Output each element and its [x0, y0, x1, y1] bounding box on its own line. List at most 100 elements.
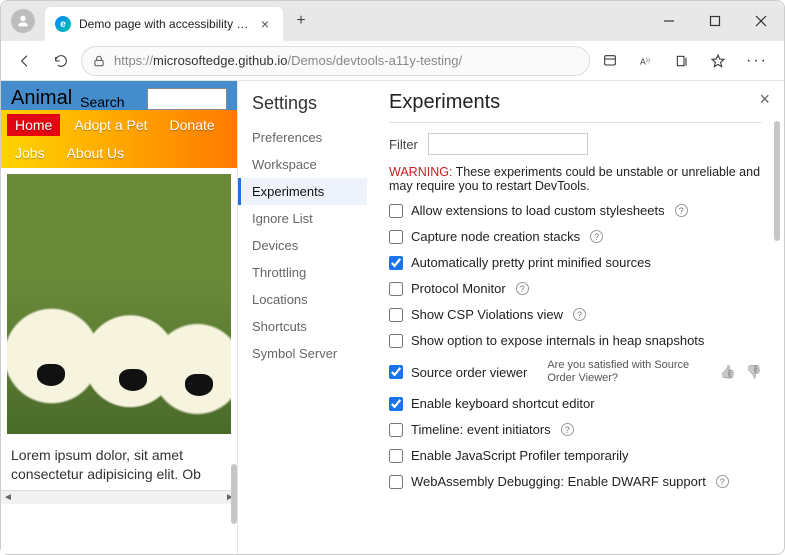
experiment-item: Show option to expose internals in heap …: [389, 333, 762, 348]
page-title: Animal: [11, 87, 72, 110]
help-icon[interactable]: ?: [716, 475, 729, 488]
nav-home[interactable]: Home: [7, 114, 60, 136]
help-icon[interactable]: ?: [675, 204, 688, 217]
experiments-panel: × Experiments Filter WARNING: These expe…: [367, 81, 784, 554]
experiment-item: Source order viewer Are you satisfied wit…: [389, 359, 762, 385]
experiments-title: Experiments: [389, 91, 762, 123]
nav-donate[interactable]: Donate: [162, 114, 223, 136]
experiment-checkbox[interactable]: [389, 397, 403, 411]
search-label: Search: [80, 94, 124, 110]
help-icon[interactable]: ?: [516, 282, 529, 295]
feedback-thumbs: 👍👎: [720, 364, 762, 380]
profile-avatar[interactable]: [11, 9, 35, 33]
help-icon[interactable]: ?: [573, 308, 586, 321]
experiment-item: Protocol Monitor?: [389, 281, 762, 296]
sidebar-item-throttling[interactable]: Throttling: [238, 259, 367, 286]
experiment-label: WebAssembly Debugging: Enable DWARF supp…: [411, 474, 706, 489]
panel-scrollbar[interactable]: [774, 121, 780, 241]
sidebar-item-preferences[interactable]: Preferences: [238, 124, 367, 151]
nav-jobs[interactable]: Jobs: [7, 142, 53, 164]
browser-tab[interactable]: Demo page with accessibility issu ×: [45, 7, 283, 41]
experiment-item: Enable JavaScript Profiler temporarily: [389, 448, 762, 463]
experiment-checkbox[interactable]: [389, 204, 403, 218]
experiment-label: Show option to expose internals in heap …: [411, 333, 704, 348]
experiment-label: Timeline: event initiators: [411, 422, 551, 437]
more-menu-button[interactable]: ···: [738, 52, 776, 70]
experiment-checkbox[interactable]: [389, 334, 403, 348]
app-mode-icon[interactable]: [594, 45, 626, 77]
experiment-checkbox[interactable]: [389, 308, 403, 322]
lock-icon: [92, 54, 106, 68]
nav-adopt[interactable]: Adopt a Pet: [66, 114, 155, 136]
experiment-checkbox[interactable]: [389, 256, 403, 270]
sidebar-item-workspace[interactable]: Workspace: [238, 151, 367, 178]
experiment-checkbox[interactable]: [389, 449, 403, 463]
tab-title: Demo page with accessibility issu: [79, 17, 249, 31]
experiment-label: Protocol Monitor: [411, 281, 506, 296]
page-nav: Home Adopt a Pet Donate Jobs About Us: [1, 110, 237, 168]
experiment-checkbox[interactable]: [389, 230, 403, 244]
page-header: Animal Search: [1, 81, 237, 110]
page-scrollbar[interactable]: [231, 464, 237, 524]
favorite-icon[interactable]: [702, 45, 734, 77]
refresh-button[interactable]: [45, 45, 77, 77]
nav-about[interactable]: About Us: [59, 142, 133, 164]
hero-image: [7, 174, 231, 434]
sidebar-item-shortcuts[interactable]: Shortcuts: [238, 313, 367, 340]
experiment-label: Automatically pretty print minified sour…: [411, 255, 651, 270]
sidebar-item-devices[interactable]: Devices: [238, 232, 367, 259]
sidebar-item-symbol-server[interactable]: Symbol Server: [238, 340, 367, 367]
help-icon[interactable]: ?: [590, 230, 603, 243]
filter-input[interactable]: [428, 133, 588, 155]
experiment-label: Capture node creation stacks: [411, 229, 580, 244]
thumbs-down-icon[interactable]: 👎: [746, 364, 762, 380]
experiment-item: WebAssembly Debugging: Enable DWARF supp…: [389, 474, 729, 489]
experiment-item: Capture node creation stacks?: [389, 229, 762, 244]
browser-toolbar: https://microsoftedge.github.io/Demos/de…: [1, 41, 784, 81]
thumbs-up-icon[interactable]: 👍: [720, 364, 736, 380]
experiment-label: Enable keyboard shortcut editor: [411, 396, 595, 411]
experiment-label: Source order viewer: [411, 365, 527, 380]
experiment-checkbox[interactable]: [389, 423, 403, 437]
new-tab-button[interactable]: +: [287, 7, 315, 35]
body-text: Lorem ipsum dolor, sit amet consectetur …: [1, 440, 237, 490]
experiment-item: Show CSP Violations view?: [389, 307, 762, 322]
window-titlebar: Demo page with accessibility issu × +: [1, 1, 784, 41]
sidebar-item-experiments[interactable]: Experiments: [238, 178, 367, 205]
experiment-item: Enable keyboard shortcut editor: [389, 396, 762, 411]
help-icon[interactable]: ?: [561, 423, 574, 436]
warning-text: WARNING: These experiments could be unst…: [389, 165, 762, 193]
collections-icon[interactable]: [666, 45, 698, 77]
sidebar-item-ignore-list[interactable]: Ignore List: [238, 205, 367, 232]
experiment-label: Show CSP Violations view: [411, 307, 563, 322]
filter-label: Filter: [389, 137, 418, 152]
close-icon[interactable]: ×: [759, 89, 770, 110]
search-input[interactable]: [147, 88, 227, 110]
experiment-item: Allow extensions to load custom styleshe…: [389, 203, 762, 218]
settings-heading: Settings: [238, 89, 367, 124]
close-icon[interactable]: ×: [257, 16, 273, 32]
experiment-checkbox[interactable]: [389, 365, 403, 379]
experiment-checkbox[interactable]: [389, 282, 403, 296]
close-window-button[interactable]: [738, 1, 784, 41]
back-button[interactable]: [9, 45, 41, 77]
svg-text:A⁾⁾: A⁾⁾: [640, 56, 650, 66]
experiment-item: Timeline: event initiators?: [389, 422, 762, 437]
content-area: Animal Search Home Adopt a Pet Donate Jo…: [1, 81, 784, 554]
experiment-item: Automatically pretty print minified sour…: [389, 255, 762, 270]
settings-sidebar: Settings PreferencesWorkspaceExperiments…: [237, 81, 367, 554]
maximize-button[interactable]: [692, 1, 738, 41]
sidebar-item-locations[interactable]: Locations: [238, 286, 367, 313]
horizontal-scrollbar[interactable]: ◄►: [1, 490, 237, 504]
address-bar[interactable]: https://microsoftedge.github.io/Demos/de…: [81, 46, 590, 76]
edge-icon: [55, 16, 71, 32]
url-text: https://microsoftedge.github.io/Demos/de…: [114, 53, 462, 68]
experiment-label: Enable JavaScript Profiler temporarily: [411, 448, 628, 463]
read-aloud-icon[interactable]: A⁾⁾: [630, 45, 662, 77]
minimize-button[interactable]: [646, 1, 692, 41]
experiment-label: Allow extensions to load custom styleshe…: [411, 203, 665, 218]
feedback-prompt: Are you satisfied with Source Order View…: [547, 359, 697, 385]
experiment-checkbox[interactable]: [389, 475, 403, 489]
webpage-viewport: Animal Search Home Adopt a Pet Donate Jo…: [1, 81, 237, 554]
window-controls: [646, 1, 784, 41]
